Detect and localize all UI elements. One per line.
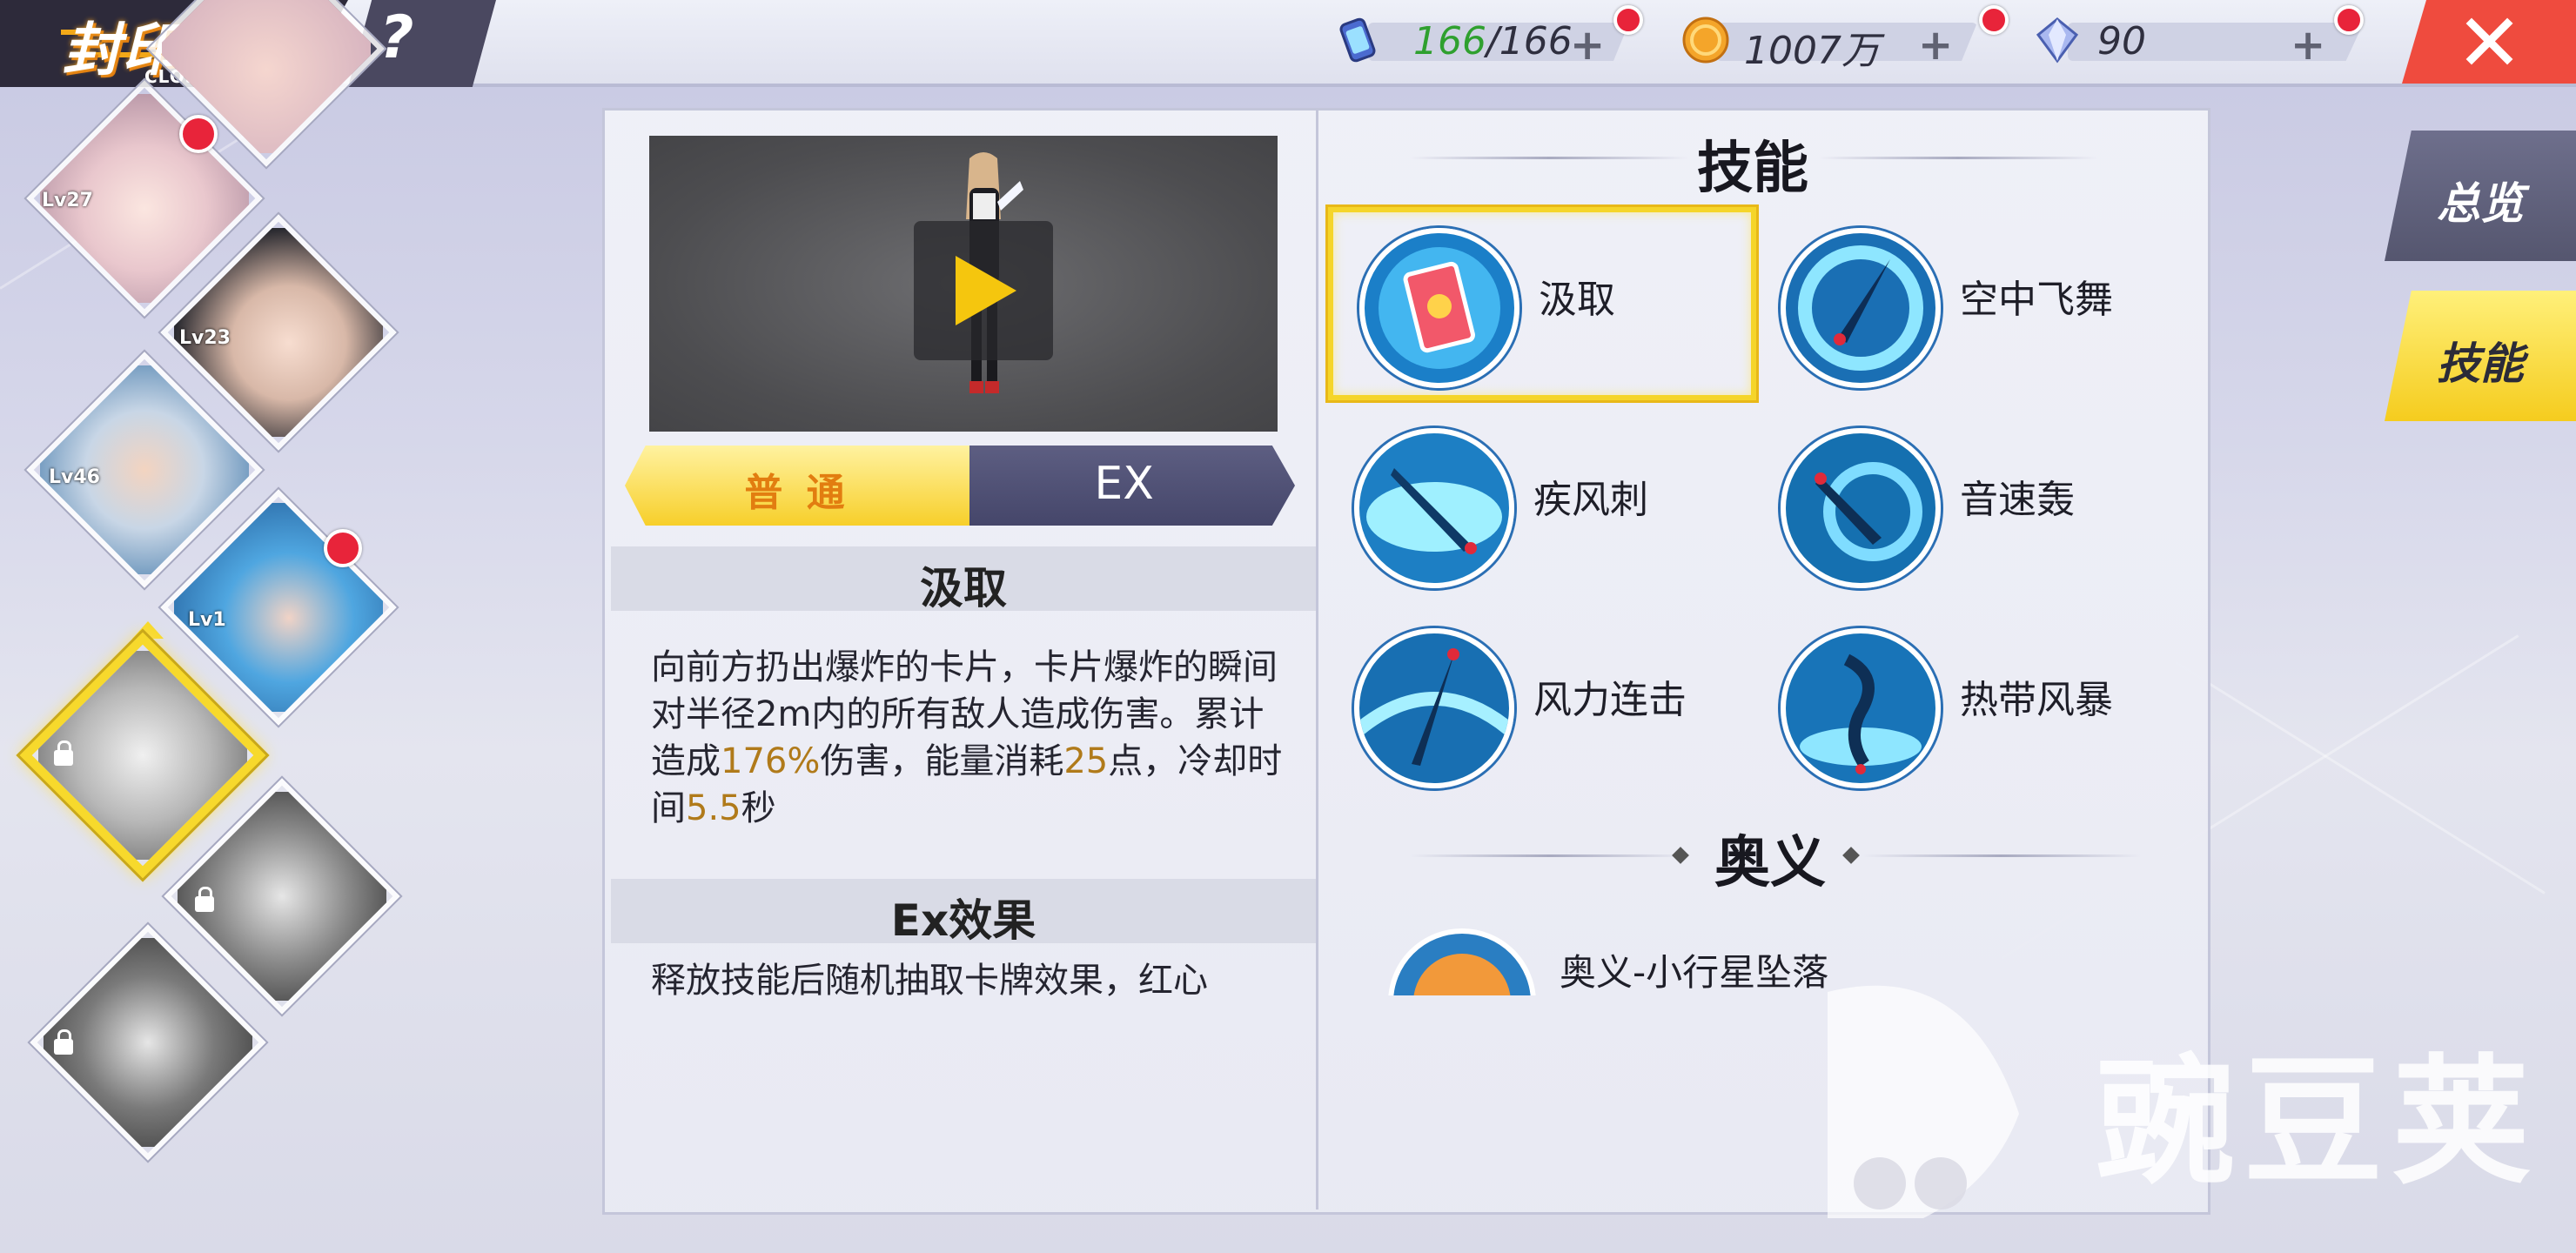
close-button[interactable]: ✕ [2402,0,2576,84]
gold-alert-dot [1979,5,2009,35]
lock-icon [54,740,73,766]
tab-skills-label: 技能 [2437,338,2524,389]
character-face [44,938,252,1147]
tab-normal[interactable]: 普 通 [625,446,969,526]
gold-resource: 1007万 + [1681,5,2009,73]
skill-slot[interactable]: 空中飞舞 [1754,212,2172,395]
wind-combo-icon [1354,628,1514,788]
close-icon: ✕ [2456,0,2524,90]
diamond-alert-dot [2334,5,2364,35]
stamina-alert-dot [1613,5,1643,35]
desc-damage-value: 176% [721,741,821,781]
desc-text: 伤害，能量消耗 [820,741,1064,781]
skill-slot[interactable]: 热带风暴 [1754,613,2172,795]
gold-add-button[interactable]: + [1918,21,1953,70]
stamina-current: 166 [1413,19,1486,64]
card-skill-icon [1359,228,1519,388]
skill-slot[interactable]: 风力连击 [1328,613,1746,795]
desc-cooldown-value: 5.5 [686,788,741,828]
character-level: Lv46 [49,466,100,488]
air-dance-icon [1781,228,1941,388]
stamina-value: 166/166 [1413,19,1573,64]
tab-ex-label: EX [1094,458,1154,510]
skills-title: 技能 [1697,137,1808,201]
gale-thrust-icon [1354,428,1514,588]
title-decoration-line [1862,854,2141,857]
tropical-storm-icon [1781,628,1941,788]
stamina-max: /166 [1486,19,1573,64]
tab-overview[interactable]: 总览 [2385,131,2576,261]
tab-overview-label: 总览 [2437,178,2524,229]
watermark-logo-icon [1828,985,2019,1218]
gold-coin-icon [1682,17,1729,64]
watermark-text: 豌豆荚 [2096,1041,2540,1203]
ex-effect-header: Ex效果 [611,879,1316,946]
diamond-value: 90 [2097,19,2146,64]
skill-name: 汲取 [1539,278,1615,322]
character-level: Lv27 [42,190,93,211]
character-alert-dot [179,115,218,153]
skill-name-title: 汲取 [920,563,1007,613]
stamina-resource: 166/166 + [1333,5,1643,70]
skill-name-header: 汲取 [611,546,1316,613]
gold-value: 1007万 [1744,29,1880,73]
title-decoration-line [1410,157,1688,159]
skill-name: 疾风刺 [1533,478,1648,522]
lock-icon [195,887,214,912]
skill-slot[interactable]: 音速轰 [1754,412,2172,595]
ultimate-title: 奥义 [1714,831,1826,895]
selection-marker [132,621,164,639]
help-icon: ? [379,3,414,72]
character-level: Lv1 [188,609,226,631]
tab-normal-label: 普 通 [744,471,850,515]
diamond-resource: 90 + [2033,5,2364,70]
desc-text: 秒 [741,788,776,828]
lock-icon [54,1029,73,1055]
desc-energy-value: 25 [1063,741,1109,781]
stamina-add-button[interactable]: + [1570,21,1605,70]
asteroid-icon [1388,928,1536,995]
title-decoration-line [1410,854,1688,857]
skill-name: 空中飞舞 [1960,278,2113,322]
diamond-icon [2036,17,2079,64]
sonic-boom-icon [1781,428,1941,588]
ex-effect-description: 释放技能后随机抽取卡牌效果，红心 [651,961,1208,1001]
stamina-canister-icon [1339,17,1376,63]
diamond-add-button[interactable]: + [2291,21,2325,70]
skill-description: 向前方扔出爆炸的卡片，卡片爆炸的瞬间对半径2m内的所有敌人造成伤害。累计造成17… [651,644,1286,832]
title-decoration-line [1819,157,2097,159]
tab-ex[interactable]: EX [969,446,1295,526]
character-level: Lv23 [179,327,231,349]
panel-divider [1316,108,1318,1209]
play-icon [956,256,1016,325]
skill-name: 风力连击 [1533,678,1687,722]
skill-slot-selected[interactable]: 汲取 [1328,207,1756,400]
skill-slot[interactable]: 疾风刺 [1328,412,1746,595]
ultimate-skill-name: 奥义-小行星坠落 [1560,951,1829,994]
ex-effect-title: Ex效果 [890,895,1036,946]
skill-name: 热带风暴 [1960,678,2113,722]
skill-name: 音速轰 [1960,478,2075,522]
watermark: 豌豆荚 [1793,957,2576,1253]
character-alert-dot [324,529,362,567]
tab-skills[interactable]: 技能 [2385,291,2576,421]
